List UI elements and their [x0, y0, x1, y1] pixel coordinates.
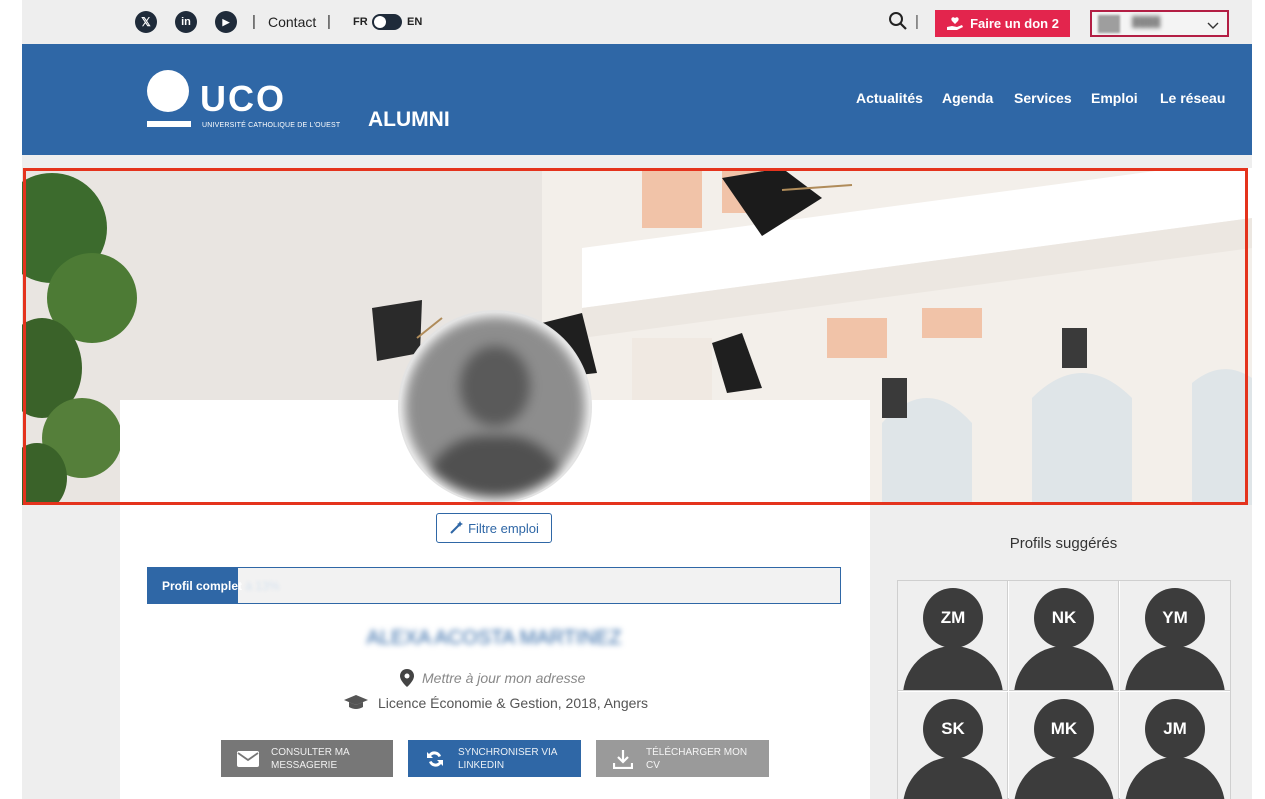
lang-fr-label: FR [353, 16, 368, 28]
toggle-knob [374, 16, 386, 28]
education-line: Licence Économie & Gestion, 2018, Angers [344, 695, 648, 711]
profile-silhouette [1125, 646, 1225, 690]
nav-agenda[interactable]: Agenda [942, 90, 993, 106]
profile-completion-bar: Profil complet à 13% [147, 567, 841, 604]
linkedin-sync-label-2: LINKEDIN [458, 759, 505, 771]
profile-initials: SK [923, 699, 983, 759]
user-avatar [1098, 15, 1120, 33]
search-icon[interactable] [888, 11, 908, 31]
logo-circle [147, 70, 189, 112]
update-address-link[interactable]: Mettre à jour mon adresse [400, 669, 585, 687]
profile-initials: MK [1034, 699, 1094, 759]
suggested-profiles-title: Profils suggérés [1009, 535, 1118, 552]
page: 𝕏 in ▶ | Contact | FR EN | Faire un don … [22, 0, 1252, 799]
logo-text: UCO [200, 78, 286, 119]
download-icon [613, 749, 633, 769]
linkedin-sync-button[interactable]: SYNCHRONISER VIA LINKEDIN [408, 740, 581, 777]
profile-silhouette [1014, 646, 1114, 690]
user-menu-button[interactable]: ████ [1090, 10, 1229, 37]
job-filter-button[interactable]: Filtre emploi [436, 513, 552, 543]
location-pin-icon [400, 669, 414, 687]
suggested-profile-tile[interactable]: YM [1120, 581, 1230, 691]
linkedin-sync-label-1: SYNCHRONISER VIA [458, 746, 558, 758]
suggested-profiles-grid: ZM NK YM SK MK JM [897, 580, 1231, 799]
progress-text: Profil complet [162, 579, 243, 593]
suggested-profile-tile[interactable]: NK [1009, 581, 1119, 691]
messaging-label-2: MESSAGERIE [271, 759, 338, 771]
profile-silhouette [903, 757, 1003, 799]
envelope-icon [237, 750, 259, 767]
profile-initials: NK [1034, 588, 1094, 648]
profile-silhouette [1014, 757, 1114, 799]
youtube-icon[interactable]: ▶ [215, 11, 237, 33]
progress-percent: à 13% [245, 579, 280, 593]
donate-label: Faire un don 2 [970, 16, 1059, 31]
logo-subtitle: UNIVERSITÉ CATHOLIQUE DE L'OUEST [202, 122, 341, 129]
logo-alumni: ALUMNI [368, 108, 450, 131]
download-cv-label-2: CV [646, 759, 660, 771]
nav-services[interactable]: Services [1014, 90, 1072, 106]
nav-actualites[interactable]: Actualités [856, 90, 923, 106]
download-cv-label-1: TÉLÉCHARGER MON [646, 746, 748, 758]
address-text: Mettre à jour mon adresse [422, 670, 586, 686]
education-text: Licence Économie & Gestion, 2018, Angers [378, 695, 649, 711]
linkedin-icon[interactable]: in [175, 11, 197, 33]
avatar-head [460, 346, 530, 426]
avatar-body [424, 436, 566, 498]
site-header: UCO UNIVERSITÉ CATHOLIQUE DE L'OUEST ALU… [22, 44, 1252, 155]
avatar-image [404, 316, 586, 498]
contact-link[interactable]: Contact [268, 14, 316, 30]
profile-initials: JM [1145, 699, 1205, 759]
profile-name: ALEXA ACOSTA MARTINEZ [366, 627, 622, 649]
lang-en-label: EN [407, 16, 423, 28]
donate-hand-icon [947, 16, 964, 30]
progress-label: Profil complet à 13% [162, 579, 279, 593]
suggested-profile-tile[interactable]: MK [1009, 692, 1119, 799]
top-bar: 𝕏 in ▶ | Contact | FR EN | Faire un don … [22, 0, 1252, 44]
suggested-profile-tile[interactable]: SK [898, 692, 1008, 799]
suggested-profile-tile[interactable]: ZM [898, 581, 1008, 691]
profile-initials: ZM [923, 588, 983, 648]
nav-le-reseau[interactable]: Le réseau [1160, 90, 1225, 106]
separator: | [252, 13, 256, 30]
download-cv-button[interactable]: TÉLÉCHARGER MON CV [596, 740, 769, 777]
x-twitter-icon[interactable]: 𝕏 [135, 11, 157, 33]
user-name: ████ [1132, 17, 1161, 28]
chevron-down-icon [1207, 22, 1219, 29]
profile-silhouette [1125, 757, 1225, 799]
job-filter-label: Filtre emploi [468, 520, 539, 536]
profile-silhouette [903, 646, 1003, 690]
messaging-button[interactable]: CONSULTER MA MESSAGERIE [221, 740, 393, 777]
logo-book-icon [147, 121, 191, 127]
profile-initials: YM [1145, 588, 1205, 648]
profile-avatar[interactable] [400, 312, 590, 502]
language-toggle[interactable] [372, 14, 402, 30]
messaging-label-1: CONSULTER MA [271, 746, 350, 758]
donate-button[interactable]: Faire un don 2 [935, 10, 1070, 37]
suggested-profile-tile[interactable]: JM [1120, 692, 1230, 799]
separator: | [915, 13, 919, 30]
graduation-cap-icon [344, 695, 368, 709]
separator: | [327, 13, 331, 30]
nav-emploi[interactable]: Emploi [1091, 90, 1138, 106]
sync-icon [427, 750, 443, 767]
magic-wand-icon [450, 521, 464, 534]
